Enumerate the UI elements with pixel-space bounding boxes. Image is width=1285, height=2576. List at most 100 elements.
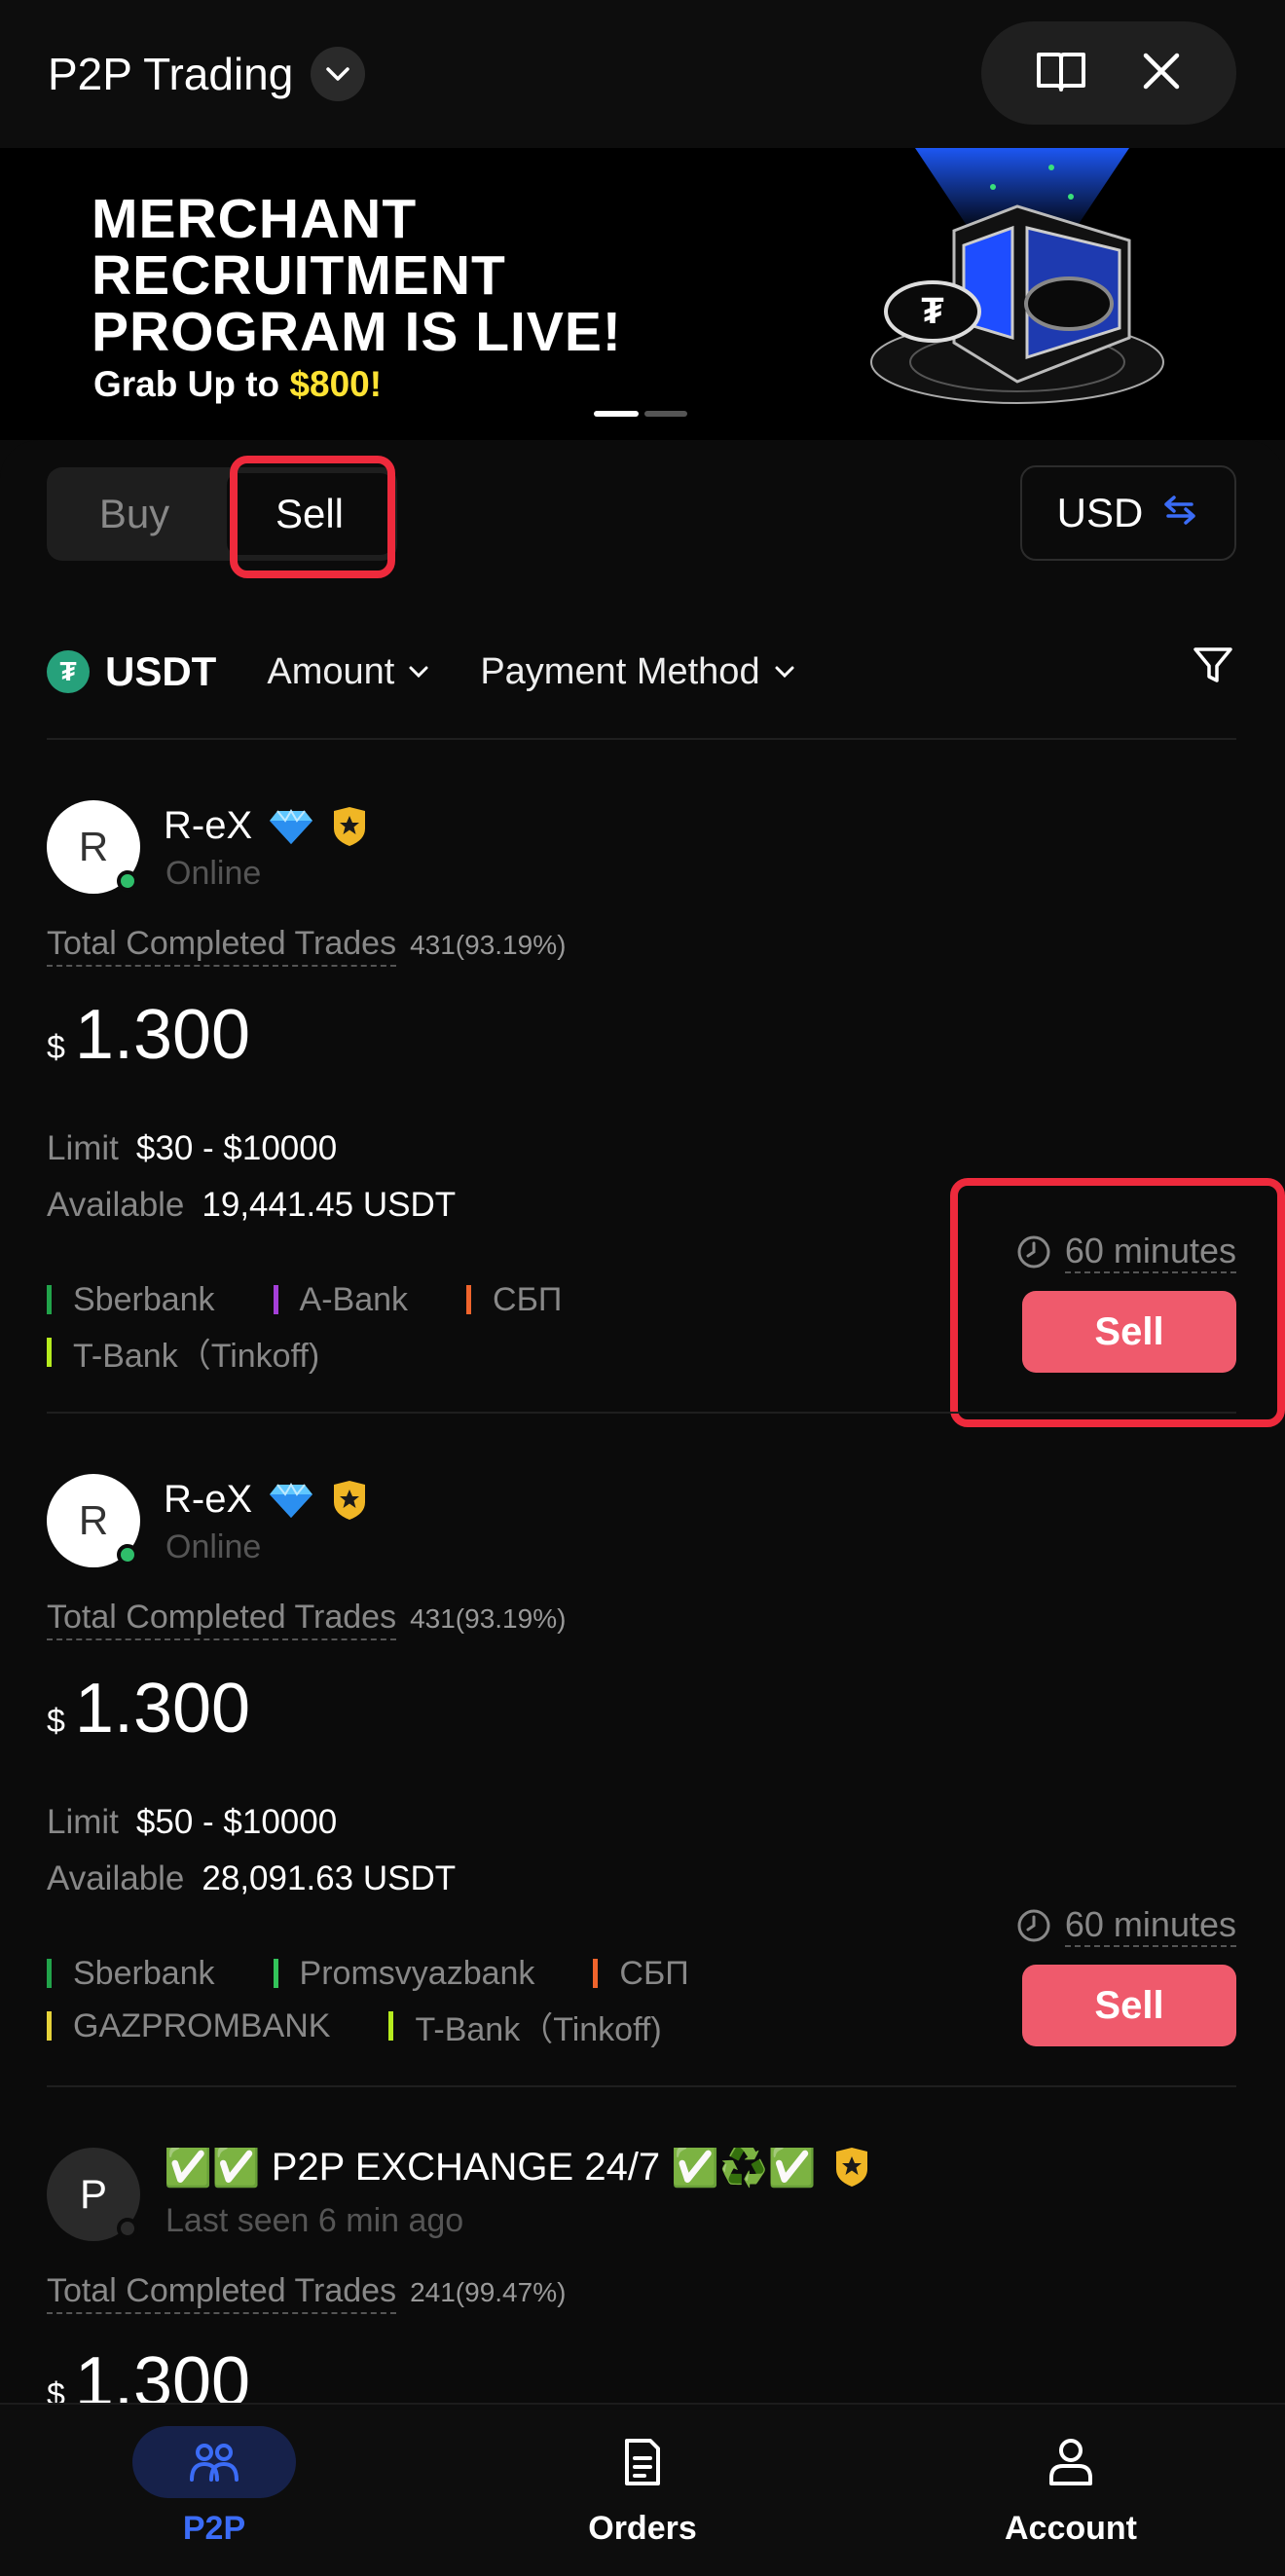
trades-label[interactable]: Total Completed Trades — [47, 2272, 397, 2314]
payment-time-value[interactable]: 60 minutes — [1064, 1904, 1236, 1947]
page-title: P2P Trading — [48, 49, 294, 99]
diamond-icon — [270, 808, 313, 844]
payment-methods: Sberbank A-Bank СБП T-Bank（Tinkoff) — [47, 1273, 923, 1379]
price-currency-symbol: $ — [47, 1029, 65, 1066]
nav-orders[interactable]: Orders — [545, 2426, 740, 2548]
payment-method-tag: T-Bank（Tinkoff) — [388, 2003, 662, 2050]
nav-p2p-label: P2P — [182, 2510, 246, 2547]
available-row: Available 19,441.45 USDT — [47, 1186, 456, 1225]
promo-banner[interactable]: MERCHANT RECRUITMENT PROGRAM IS LIVE! Gr… — [0, 148, 1285, 440]
chevron-down-icon — [775, 666, 794, 679]
offline-status-dot — [117, 2218, 138, 2239]
book-icon[interactable] — [1035, 49, 1087, 98]
payment-method-tag: СБП — [593, 1955, 689, 1993]
limit-value: $30 - $10000 — [135, 1129, 338, 1167]
currency-selector[interactable]: USD — [1020, 465, 1236, 561]
account-person-icon — [989, 2426, 1153, 2498]
amount-filter[interactable]: Amount — [267, 651, 429, 693]
trades-label[interactable]: Total Completed Trades — [47, 1599, 397, 1640]
price-value: 1.300 — [74, 2343, 251, 2403]
merchant-name: R-eX — [164, 1478, 253, 1521]
payment-method-tag: Sberbank — [47, 1955, 215, 1993]
available-label: Available — [47, 1859, 185, 1897]
trades-value: 241(99.47%) — [410, 2277, 567, 2307]
merchant-status: Last seen 6 min ago — [165, 2202, 464, 2239]
limit-row: Limit $50 - $10000 — [47, 1803, 337, 1842]
banner-subtitle: Grab Up to $800! — [93, 364, 383, 404]
completed-trades: Total Completed Trades 431(93.19%) — [47, 1599, 566, 1640]
divider — [47, 738, 1236, 740]
payment-method-tag: GAZPROMBANK — [47, 2007, 330, 2045]
listing-card: R R-eX Online Total Completed Trades 431… — [47, 1474, 1236, 2146]
header-actions — [981, 21, 1236, 125]
highlight-sell-button — [950, 1178, 1285, 1427]
swap-icon — [1160, 490, 1199, 536]
merchant-name-row[interactable]: R-eX — [164, 1478, 369, 1522]
merchant-status: Online — [165, 855, 262, 892]
top-header: P2P Trading — [0, 0, 1285, 148]
completed-trades: Total Completed Trades 431(93.19%) — [47, 925, 566, 967]
page-title-selector[interactable]: P2P Trading — [48, 47, 366, 101]
currency-label: USD — [1056, 490, 1144, 535]
price-currency-symbol: $ — [47, 2376, 65, 2403]
filter-icon[interactable] — [1192, 644, 1234, 690]
banner-dot[interactable] — [644, 411, 687, 417]
verified-badge-icon — [334, 1480, 366, 1520]
diamond-icon — [270, 1482, 313, 1518]
nav-account[interactable]: Account — [973, 2426, 1168, 2548]
payment-method-tag: T-Bank（Tinkoff) — [47, 1329, 319, 1377]
banner-dot-active[interactable] — [594, 411, 639, 417]
price-value: 1.300 — [74, 996, 251, 1074]
svg-text:₮: ₮ — [921, 291, 943, 332]
listing-card: P ✅✅ P2P EXCHANGE 24/7 ✅♻️✅ Last seen 6 … — [47, 2148, 1236, 2403]
nav-account-label: Account — [1005, 2510, 1137, 2547]
verified-badge-icon — [334, 806, 366, 846]
merchant-status: Online — [165, 1528, 262, 1565]
limit-label: Limit — [47, 1129, 119, 1167]
online-status-dot — [117, 1544, 138, 1565]
sell-button[interactable]: Sell — [1022, 1965, 1236, 2046]
highlight-sell-tab — [230, 456, 395, 578]
price: $ 1.300 — [47, 995, 250, 1075]
payment-method-tag: A-Bank — [273, 1281, 408, 1319]
close-icon[interactable] — [1140, 50, 1183, 97]
tab-buy[interactable]: Buy — [47, 467, 222, 561]
nav-p2p[interactable]: P2P — [117, 2426, 312, 2548]
divider — [47, 2085, 1236, 2087]
filter-bar: ₮ USDT Amount Payment Method — [47, 633, 1236, 711]
amount-filter-label: Amount — [267, 650, 395, 692]
payment-method-tag: Sberbank — [47, 1281, 215, 1319]
verified-badge-icon — [835, 2148, 867, 2187]
available-value: 19,441.45 USDT — [202, 1186, 457, 1224]
online-status-dot — [117, 870, 138, 892]
limit-value: $50 - $10000 — [135, 1803, 338, 1841]
price-currency-symbol: $ — [47, 1703, 65, 1740]
available-label: Available — [47, 1186, 185, 1224]
orders-document-icon — [561, 2426, 724, 2498]
available-row: Available 28,091.63 USDT — [47, 1859, 456, 1898]
coin-selector[interactable]: ₮ USDT — [47, 648, 216, 695]
limit-row: Limit $30 - $10000 — [47, 1129, 337, 1168]
merchant-name-row[interactable]: R-eX — [164, 804, 369, 848]
payment-method-filter[interactable]: Payment Method — [480, 651, 794, 693]
p2p-people-icon — [132, 2426, 296, 2498]
price-value: 1.300 — [74, 1670, 251, 1748]
banner-pagination — [594, 411, 687, 417]
trades-value: 431(93.19%) — [410, 1603, 567, 1634]
merchant-name-row[interactable]: ✅✅ P2P EXCHANGE 24/7 ✅♻️✅ — [164, 2148, 871, 2190]
divider — [47, 1412, 1236, 1414]
payment-method-tag: Promsvyazbank — [273, 1955, 534, 1993]
nav-orders-label: Orders — [588, 2510, 697, 2547]
coin-label: USDT — [105, 648, 217, 694]
bottom-navigation: P2P Orders Account — [0, 2403, 1285, 2576]
payment-time: 60 minutes — [1016, 1904, 1236, 1947]
merchant-name: ✅✅ P2P EXCHANGE 24/7 ✅♻️✅ — [164, 2148, 817, 2189]
price: $ 1.300 — [47, 2342, 250, 2403]
usdt-coin-icon: ₮ — [47, 650, 90, 693]
chevron-down-icon[interactable] — [311, 47, 366, 101]
limit-label: Limit — [47, 1803, 119, 1841]
trades-label[interactable]: Total Completed Trades — [47, 925, 397, 967]
payment-method-tag: СБП — [466, 1281, 562, 1319]
price: $ 1.300 — [47, 1669, 250, 1748]
clock-icon — [1017, 1909, 1050, 1942]
